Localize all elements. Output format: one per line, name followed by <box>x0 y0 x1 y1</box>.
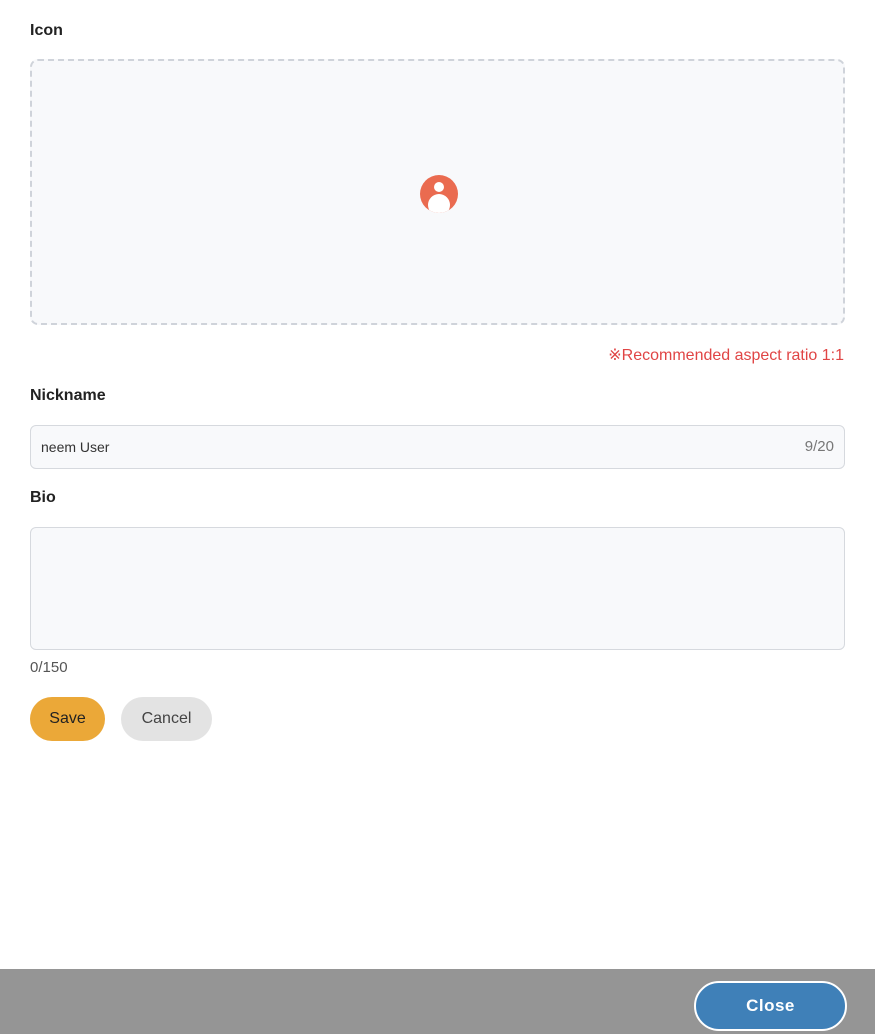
avatar-head-shape <box>434 182 444 192</box>
cancel-button[interactable]: Cancel <box>121 697 212 741</box>
bio-textarea[interactable] <box>30 527 845 650</box>
nickname-field-wrapper: 9/20 <box>30 425 845 469</box>
profile-edit-page: Icon ※Recommended aspect ratio 1:1 Nickn… <box>0 0 875 1034</box>
nickname-input[interactable] <box>41 426 781 468</box>
save-button[interactable]: Save <box>30 697 105 741</box>
bio-char-counter: 0/150 <box>30 659 68 676</box>
close-button[interactable]: Close <box>694 981 847 1031</box>
icon-label: Icon <box>30 22 63 39</box>
avatar-body-shape <box>428 194 450 213</box>
aspect-ratio-hint: ※Recommended aspect ratio 1:1 <box>608 347 844 364</box>
nickname-char-counter: 9/20 <box>804 438 834 455</box>
icon-upload-dropzone[interactable] <box>30 59 845 325</box>
bio-label: Bio <box>30 489 56 506</box>
nickname-label: Nickname <box>30 387 106 404</box>
user-avatar-icon <box>420 175 458 213</box>
